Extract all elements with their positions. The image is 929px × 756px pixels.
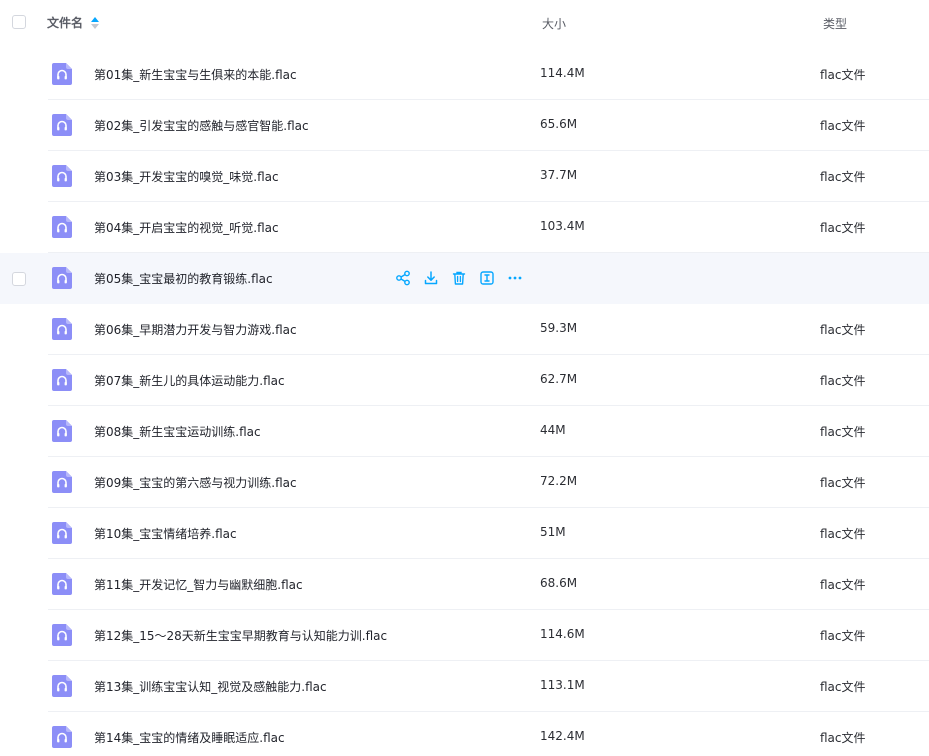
file-type: flac文件 bbox=[820, 170, 866, 184]
share-icon[interactable] bbox=[395, 270, 411, 286]
file-type: flac文件 bbox=[820, 680, 866, 694]
file-row[interactable]: 第03集_开发宝宝的嗅觉_味觉.flac 37.7M flac文件 bbox=[0, 151, 929, 202]
audio-file-icon bbox=[52, 216, 72, 238]
file-type: flac文件 bbox=[820, 476, 866, 490]
file-type: flac文件 bbox=[820, 425, 866, 439]
file-name[interactable]: 第04集_开启宝宝的视觉_听觉.flac bbox=[94, 219, 279, 236]
delete-icon[interactable] bbox=[451, 270, 467, 286]
file-row[interactable]: 第13集_训练宝宝认知_视觉及感触能力.flac 113.1M flac文件 bbox=[0, 661, 929, 712]
audio-file-icon bbox=[52, 165, 72, 187]
file-name[interactable]: 第03集_开发宝宝的嗅觉_味觉.flac bbox=[94, 168, 279, 185]
file-size: 113.1M bbox=[540, 678, 585, 692]
file-name[interactable]: 第08集_新生宝宝运动训练.flac bbox=[94, 423, 261, 440]
file-size: 72.2M bbox=[540, 474, 578, 488]
file-type: flac文件 bbox=[820, 527, 866, 541]
file-name[interactable]: 第10集_宝宝情绪培养.flac bbox=[94, 525, 237, 542]
file-size: 142.4M bbox=[540, 729, 585, 743]
file-list: 文件名 大小 类型 第01集_新生宝宝与生俱来的本能.flac 114.4M f… bbox=[0, 0, 929, 756]
file-name[interactable]: 第05集_宝宝最初的教育锻练.flac bbox=[94, 270, 273, 287]
file-rows: 第01集_新生宝宝与生俱来的本能.flac 114.4M flac文件 第02集… bbox=[0, 49, 929, 756]
column-header-name[interactable]: 文件名 bbox=[47, 14, 100, 31]
audio-file-icon bbox=[52, 726, 72, 748]
audio-file-icon bbox=[52, 675, 72, 697]
row-checkbox[interactable] bbox=[12, 272, 26, 286]
file-row[interactable]: 第12集_15～28天新生宝宝早期教育与认知能力训.flac 114.6M fl… bbox=[0, 610, 929, 661]
row-actions bbox=[395, 270, 535, 286]
file-row[interactable]: 第08集_新生宝宝运动训练.flac 44M flac文件 bbox=[0, 406, 929, 457]
file-row[interactable]: 第06集_早期潜力开发与智力游戏.flac 59.3M flac文件 bbox=[0, 304, 929, 355]
audio-file-icon bbox=[52, 369, 72, 391]
rename-icon[interactable] bbox=[479, 270, 495, 286]
column-header-name-label: 文件名 bbox=[47, 16, 84, 30]
file-row[interactable]: 第05集_宝宝最初的教育锻练.flac bbox=[0, 253, 929, 304]
file-type: flac文件 bbox=[820, 221, 866, 235]
file-type: flac文件 bbox=[820, 578, 866, 592]
file-type: flac文件 bbox=[820, 323, 866, 337]
audio-file-icon bbox=[52, 267, 72, 289]
audio-file-icon bbox=[52, 318, 72, 340]
file-type: flac文件 bbox=[820, 68, 866, 82]
file-row[interactable]: 第11集_开发记忆_智力与幽默细胞.flac 68.6M flac文件 bbox=[0, 559, 929, 610]
file-size: 62.7M bbox=[540, 372, 578, 386]
file-name[interactable]: 第13集_训练宝宝认知_视觉及感触能力.flac bbox=[94, 678, 327, 695]
file-size: 51M bbox=[540, 525, 566, 539]
file-row[interactable]: 第10集_宝宝情绪培养.flac 51M flac文件 bbox=[0, 508, 929, 559]
file-name[interactable]: 第01集_新生宝宝与生俱来的本能.flac bbox=[94, 66, 297, 83]
file-name[interactable]: 第14集_宝宝的情绪及睡眠适应.flac bbox=[94, 729, 285, 746]
audio-file-icon bbox=[52, 114, 72, 136]
audio-file-icon bbox=[52, 522, 72, 544]
column-header-size[interactable]: 大小 bbox=[542, 15, 566, 32]
file-size: 65.6M bbox=[540, 117, 578, 131]
file-type: flac文件 bbox=[820, 731, 866, 745]
audio-file-icon bbox=[52, 420, 72, 442]
file-row[interactable]: 第04集_开启宝宝的视觉_听觉.flac 103.4M flac文件 bbox=[0, 202, 929, 253]
file-size: 103.4M bbox=[540, 219, 585, 233]
file-name[interactable]: 第09集_宝宝的第六感与视力训练.flac bbox=[94, 474, 297, 491]
sort-icon[interactable] bbox=[91, 16, 100, 29]
file-name[interactable]: 第02集_引发宝宝的感触与感官智能.flac bbox=[94, 117, 309, 134]
select-all-checkbox[interactable] bbox=[12, 15, 26, 29]
file-row[interactable]: 第14集_宝宝的情绪及睡眠适应.flac 142.4M flac文件 bbox=[0, 712, 929, 756]
file-row[interactable]: 第01集_新生宝宝与生俱来的本能.flac 114.4M flac文件 bbox=[0, 49, 929, 100]
file-size: 114.4M bbox=[540, 66, 585, 80]
download-icon[interactable] bbox=[423, 270, 439, 286]
list-header: 文件名 大小 类型 bbox=[0, 0, 929, 48]
file-size: 59.3M bbox=[540, 321, 578, 335]
column-header-type[interactable]: 类型 bbox=[823, 15, 847, 32]
file-name[interactable]: 第12集_15～28天新生宝宝早期教育与认知能力训.flac bbox=[94, 627, 387, 644]
file-type: flac文件 bbox=[820, 629, 866, 643]
audio-file-icon bbox=[52, 63, 72, 85]
file-name[interactable]: 第07集_新生儿的具体运动能力.flac bbox=[94, 372, 285, 389]
audio-file-icon bbox=[52, 624, 72, 646]
audio-file-icon bbox=[52, 573, 72, 595]
file-row[interactable]: 第02集_引发宝宝的感触与感官智能.flac 65.6M flac文件 bbox=[0, 100, 929, 151]
file-size: 44M bbox=[540, 423, 566, 437]
more-icon[interactable] bbox=[507, 270, 523, 286]
file-name[interactable]: 第06集_早期潜力开发与智力游戏.flac bbox=[94, 321, 297, 338]
file-row[interactable]: 第07集_新生儿的具体运动能力.flac 62.7M flac文件 bbox=[0, 355, 929, 406]
file-size: 37.7M bbox=[540, 168, 578, 182]
file-type: flac文件 bbox=[820, 119, 866, 133]
file-size: 114.6M bbox=[540, 627, 585, 641]
file-size: 68.6M bbox=[540, 576, 578, 590]
audio-file-icon bbox=[52, 471, 72, 493]
file-name[interactable]: 第11集_开发记忆_智力与幽默细胞.flac bbox=[94, 576, 303, 593]
file-type: flac文件 bbox=[820, 374, 866, 388]
file-row[interactable]: 第09集_宝宝的第六感与视力训练.flac 72.2M flac文件 bbox=[0, 457, 929, 508]
